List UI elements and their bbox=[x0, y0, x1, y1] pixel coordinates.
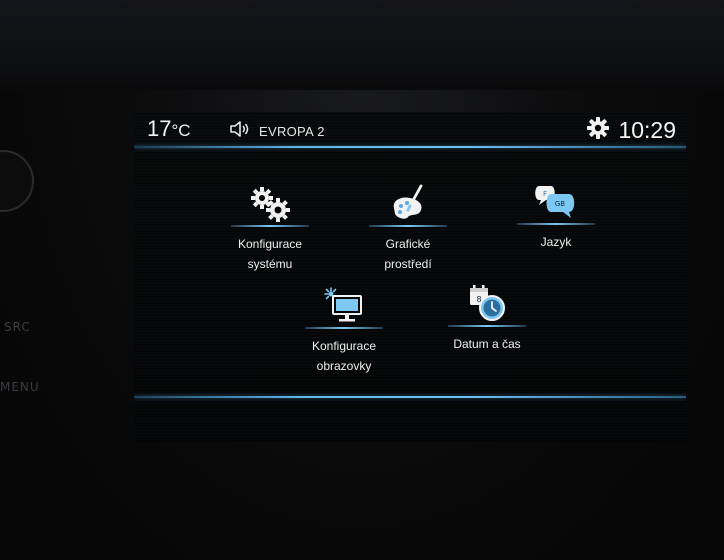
status-bar: 17°C EVROPA 2 10:29 bbox=[134, 112, 686, 146]
clock-time: 10:29 bbox=[618, 116, 676, 143]
label-line-1: Datum a čas bbox=[453, 337, 521, 351]
outside-temperature: 17°C bbox=[147, 116, 191, 142]
label-line-1: Grafické bbox=[385, 237, 431, 251]
menu-date-time[interactable]: 8 Datum a čas bbox=[442, 284, 532, 354]
label-line-1: Jazyk bbox=[540, 235, 572, 249]
menu-language[interactable]: F GB Jazyk bbox=[511, 182, 601, 252]
bottom-divider bbox=[134, 396, 686, 398]
item-underline bbox=[448, 325, 526, 327]
label-line-2: systému bbox=[247, 257, 293, 271]
menu-hard-button[interactable]: MENU bbox=[0, 380, 40, 394]
dashboard-top-band bbox=[0, 0, 724, 90]
audio-source[interactable]: EVROPA 2 bbox=[229, 121, 325, 141]
monitor-brightness-icon bbox=[323, 286, 365, 324]
infotainment-screen: 17°C EVROPA 2 10:29 Konfigurace systému … bbox=[134, 112, 686, 442]
label-line-1: Konfigurace bbox=[311, 339, 377, 353]
screen-background bbox=[134, 112, 686, 442]
item-label: Jazyk bbox=[541, 232, 572, 252]
temperature-value: 17 bbox=[147, 116, 172, 141]
menu-graphics-environment[interactable]: Grafické prostředí bbox=[363, 184, 453, 274]
calendar-clock-icon: 8 bbox=[466, 284, 508, 322]
speaker-icon bbox=[229, 121, 253, 141]
item-label: Datum a čas bbox=[453, 334, 520, 354]
item-label: Konfigurace obrazovky bbox=[312, 336, 376, 376]
item-underline bbox=[231, 225, 309, 227]
menu-screen-configuration[interactable]: Konfigurace obrazovky bbox=[299, 286, 389, 376]
src-hard-button[interactable]: SRC bbox=[4, 320, 31, 334]
gears-icon bbox=[248, 184, 292, 222]
svg-text:F: F bbox=[543, 190, 547, 198]
item-label: Grafické prostředí bbox=[384, 234, 431, 274]
item-underline bbox=[517, 223, 595, 225]
menu-system-configuration[interactable]: Konfigurace systému bbox=[225, 184, 315, 274]
item-underline bbox=[305, 327, 383, 329]
speech-bubbles-icon: F GB bbox=[533, 182, 579, 220]
palette-brush-icon bbox=[388, 184, 428, 222]
temperature-unit: °C bbox=[171, 121, 191, 140]
settings-gear-icon[interactable] bbox=[586, 116, 610, 144]
label-line-2: obrazovky bbox=[316, 359, 372, 373]
label-line-1: Konfigurace bbox=[237, 237, 303, 251]
status-divider bbox=[134, 146, 686, 148]
svg-text:GB: GB bbox=[555, 200, 565, 208]
label-line-2: prostředí bbox=[384, 257, 432, 271]
clock-area: 10:29 bbox=[586, 116, 676, 144]
item-label: Konfigurace systému bbox=[238, 234, 302, 274]
item-underline bbox=[369, 225, 447, 227]
radio-station-name: EVROPA 2 bbox=[259, 123, 325, 139]
